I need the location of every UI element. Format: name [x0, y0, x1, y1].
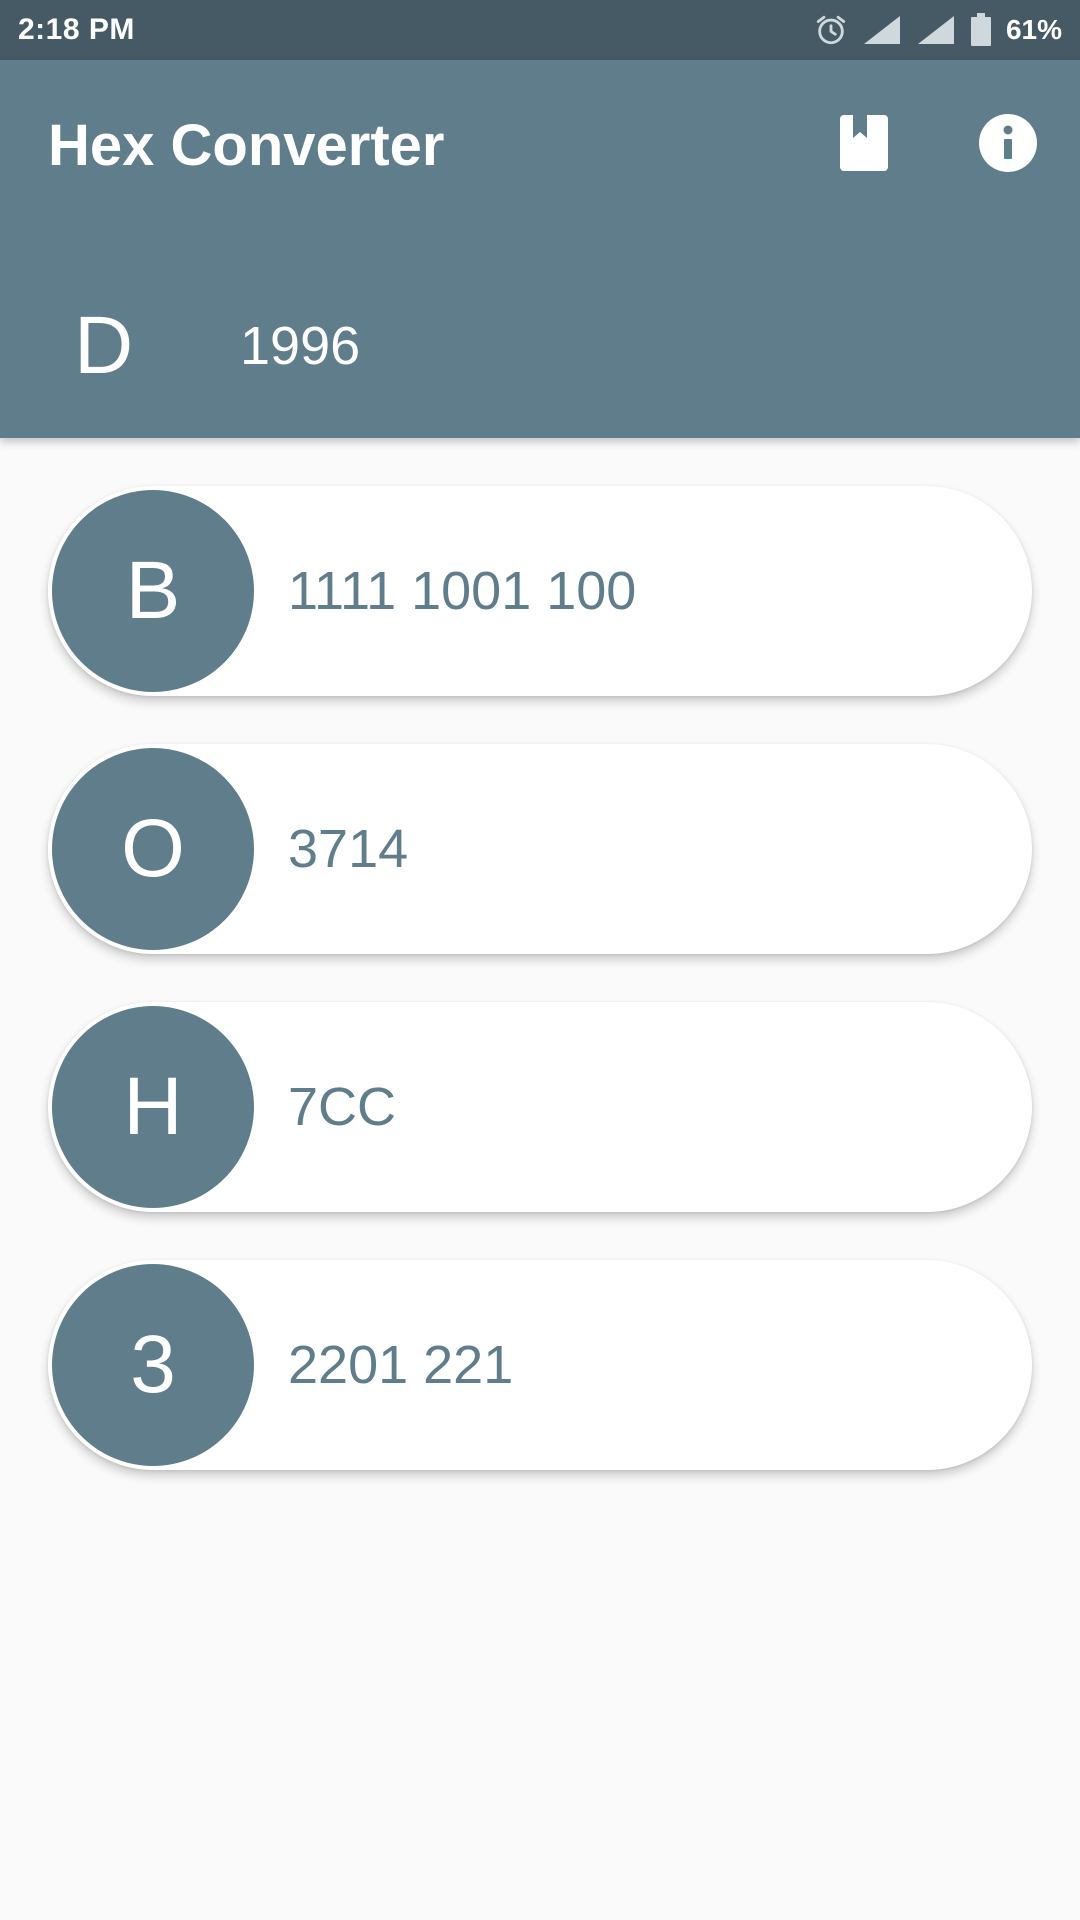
decimal-input-row: D	[0, 290, 1080, 400]
result-value: 2201 221	[288, 1335, 514, 1395]
alarm-icon	[814, 13, 848, 47]
result-badge: O	[52, 748, 254, 950]
app-title: Hex Converter	[48, 113, 445, 178]
bookmark-icon	[839, 114, 889, 177]
battery-percent: 61%	[1005, 14, 1062, 45]
app-bar: Hex Converter D	[0, 60, 1080, 438]
result-base3[interactable]: 3 2201 221	[48, 1260, 1032, 1470]
result-octal[interactable]: O 3714	[48, 744, 1032, 954]
result-badge: B	[52, 490, 254, 692]
result-binary[interactable]: B 1111 1001 100	[48, 486, 1032, 696]
info-icon	[978, 113, 1038, 178]
signal-icon	[862, 14, 902, 46]
result-value: 1111 1001 100	[288, 561, 637, 621]
result-badge: H	[52, 1006, 254, 1208]
status-time: 2:18 PM	[18, 13, 135, 46]
signal-icon	[916, 14, 956, 46]
battery-icon	[970, 13, 992, 47]
result-badge: 3	[52, 1264, 254, 1466]
result-value: 7CC	[288, 1077, 397, 1137]
status-bar: 2:18 PM 61%	[0, 0, 1080, 60]
info-button[interactable]	[968, 105, 1048, 185]
decimal-input[interactable]	[240, 306, 1020, 386]
bookmark-button[interactable]	[824, 105, 904, 185]
result-value: 3714	[288, 819, 409, 879]
result-hex[interactable]: H 7CC	[48, 1002, 1032, 1212]
decimal-label: D	[74, 300, 134, 391]
status-icons: 61%	[814, 13, 1062, 47]
